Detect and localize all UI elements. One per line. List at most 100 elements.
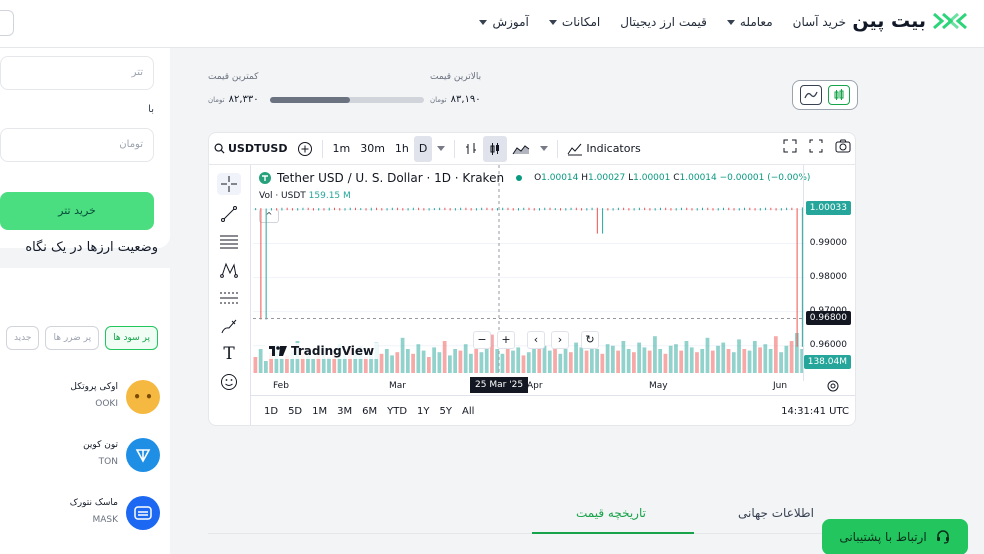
coin-symbol: MASK	[92, 515, 118, 525]
zoom-in-button[interactable]: +	[497, 331, 515, 349]
volume-bar	[668, 345, 673, 373]
brand-logo[interactable]: بیت پین	[852, 10, 968, 32]
price-axis[interactable]: 1.000000.990000.980000.970000.960001.000…	[803, 165, 855, 381]
volume-bar	[264, 361, 268, 373]
ooki-icon: • •	[126, 380, 160, 414]
volume-bar	[726, 349, 731, 373]
zoom-out-button[interactable]: −	[473, 331, 491, 349]
buy-tether-button[interactable]: خرید تتر	[0, 192, 154, 230]
chevron-down-icon	[548, 19, 557, 25]
fiat-amount-input[interactable]: تومان	[0, 128, 154, 162]
reset-chart-button[interactable]: ↻	[581, 331, 599, 349]
tab-price-history[interactable]: تاریخچه قیمت	[576, 506, 646, 520]
support-button[interactable]: ارتباط با پشتیبانی	[822, 519, 968, 554]
volume-bar	[731, 352, 736, 373]
crosshair-price-tag: 0.96800	[805, 311, 851, 326]
volume-bar	[773, 336, 778, 373]
mask-icon	[126, 496, 160, 530]
low-price: ۸۲,۳۳۰ تومان	[208, 94, 259, 105]
range-1d[interactable]: 1D	[259, 406, 283, 417]
range-6m[interactable]: 6M	[357, 406, 382, 417]
range-5d[interactable]: 5D	[283, 406, 307, 417]
price-range-fill	[270, 97, 351, 103]
coin-row[interactable]: • • اوکی پروتکل OOKI	[0, 376, 160, 416]
candle-chart-view-button[interactable]	[828, 85, 850, 105]
volume-tag: 138.04M	[803, 355, 851, 369]
volume-bar	[563, 349, 568, 373]
volume-bar	[784, 345, 789, 373]
volume-bar	[405, 349, 410, 373]
high-price-unit: تومان	[430, 96, 447, 104]
tradingview-logo-text: TradingView	[291, 344, 375, 358]
tradingview-logo[interactable]: TradingView	[265, 343, 379, 359]
range-5y[interactable]: 5Y	[435, 406, 457, 417]
volume-bar	[763, 344, 768, 373]
nav-item-easy-buy[interactable]: خرید آسان	[793, 15, 846, 29]
volume-bar	[632, 352, 636, 373]
volume-bar	[626, 349, 631, 373]
volume-bar	[710, 350, 715, 373]
nav-item-crypto-prices[interactable]: قیمت ارز دیجیتال	[620, 15, 707, 29]
volume-bar	[621, 341, 626, 373]
coin-row[interactable]: ماسک نتورک MASK	[0, 492, 160, 532]
filter-losers[interactable]: پر ضرر ها	[45, 326, 100, 350]
range-3m[interactable]: 3M	[332, 406, 357, 417]
with-label: با	[148, 104, 154, 115]
volume-bar	[547, 350, 552, 373]
volume-bar	[568, 352, 573, 373]
range-1m[interactable]: 1M	[307, 406, 332, 417]
volume-bar	[484, 345, 489, 373]
volume-bar	[426, 357, 431, 373]
tradingview-logo-icon	[269, 346, 287, 356]
range-1y[interactable]: 1Y	[412, 406, 434, 417]
header-action-button[interactable]	[0, 10, 14, 36]
line-chart-view-button[interactable]	[800, 85, 822, 105]
volume-bar	[526, 352, 531, 373]
coin-symbol: TON	[98, 457, 118, 467]
volume-bar	[400, 337, 405, 373]
range-all[interactable]: All	[457, 406, 479, 417]
volume-bar	[789, 341, 794, 373]
range-ytd[interactable]: YTD	[382, 406, 412, 417]
filter-new[interactable]: جدید	[5, 326, 40, 350]
low-price-label: کمترین قیمت	[208, 72, 259, 82]
brand-name: بیت پین	[852, 10, 926, 32]
x-tick-label: Jun	[773, 381, 788, 391]
time-axis[interactable]: Apr 25 Mar '25 Feb Mar May Jun	[251, 375, 805, 395]
coin-row[interactable]: تون کوین TON	[0, 434, 160, 474]
volume-bar	[768, 349, 773, 373]
volume-bar	[379, 353, 384, 373]
coin-name: تون کوین	[83, 440, 118, 450]
volume-bar	[258, 349, 263, 373]
nav-item-label: امکانات	[561, 15, 601, 29]
settings-icon[interactable]	[826, 379, 840, 393]
volume-bar	[442, 341, 447, 373]
high-price: ۸۳,۱۹۰ تومان	[430, 94, 481, 105]
nav-item-education[interactable]: آموزش	[479, 15, 529, 29]
volume-bar	[416, 344, 421, 373]
chevron-down-icon	[479, 19, 488, 25]
chevron-down-icon	[726, 19, 735, 25]
x-tick-label: May	[649, 381, 668, 391]
volume-bar	[516, 347, 521, 373]
volume-bar	[637, 342, 642, 373]
nav-item-features[interactable]: امکانات	[548, 15, 601, 29]
scroll-left-button[interactable]: ‹	[527, 331, 545, 349]
high-price-value: ۸۳,۱۹۰	[450, 94, 481, 105]
volume-bar	[684, 341, 689, 373]
tab-global-info[interactable]: اطلاعات جهانی	[738, 506, 814, 520]
volume-bar	[600, 353, 605, 373]
crypto-amount-input[interactable]: تتر	[0, 56, 154, 90]
volume-bar	[742, 349, 747, 373]
top-navbar: خرید آسان معامله قیمت ارز دیجیتال امکانا…	[0, 0, 984, 48]
volume-bar	[737, 339, 741, 373]
volume-bar	[663, 353, 668, 373]
volume-bar	[432, 347, 436, 373]
nav-item-trade[interactable]: معامله	[726, 15, 773, 29]
x-tick-label: Feb	[273, 381, 289, 391]
scroll-right-button[interactable]: ›	[551, 331, 569, 349]
utc-clock[interactable]: 14:31:41 UTC	[781, 406, 849, 417]
volume-bar	[695, 352, 699, 373]
filter-gainers[interactable]: پر سود ها	[105, 326, 158, 350]
volume-bar	[674, 344, 678, 373]
